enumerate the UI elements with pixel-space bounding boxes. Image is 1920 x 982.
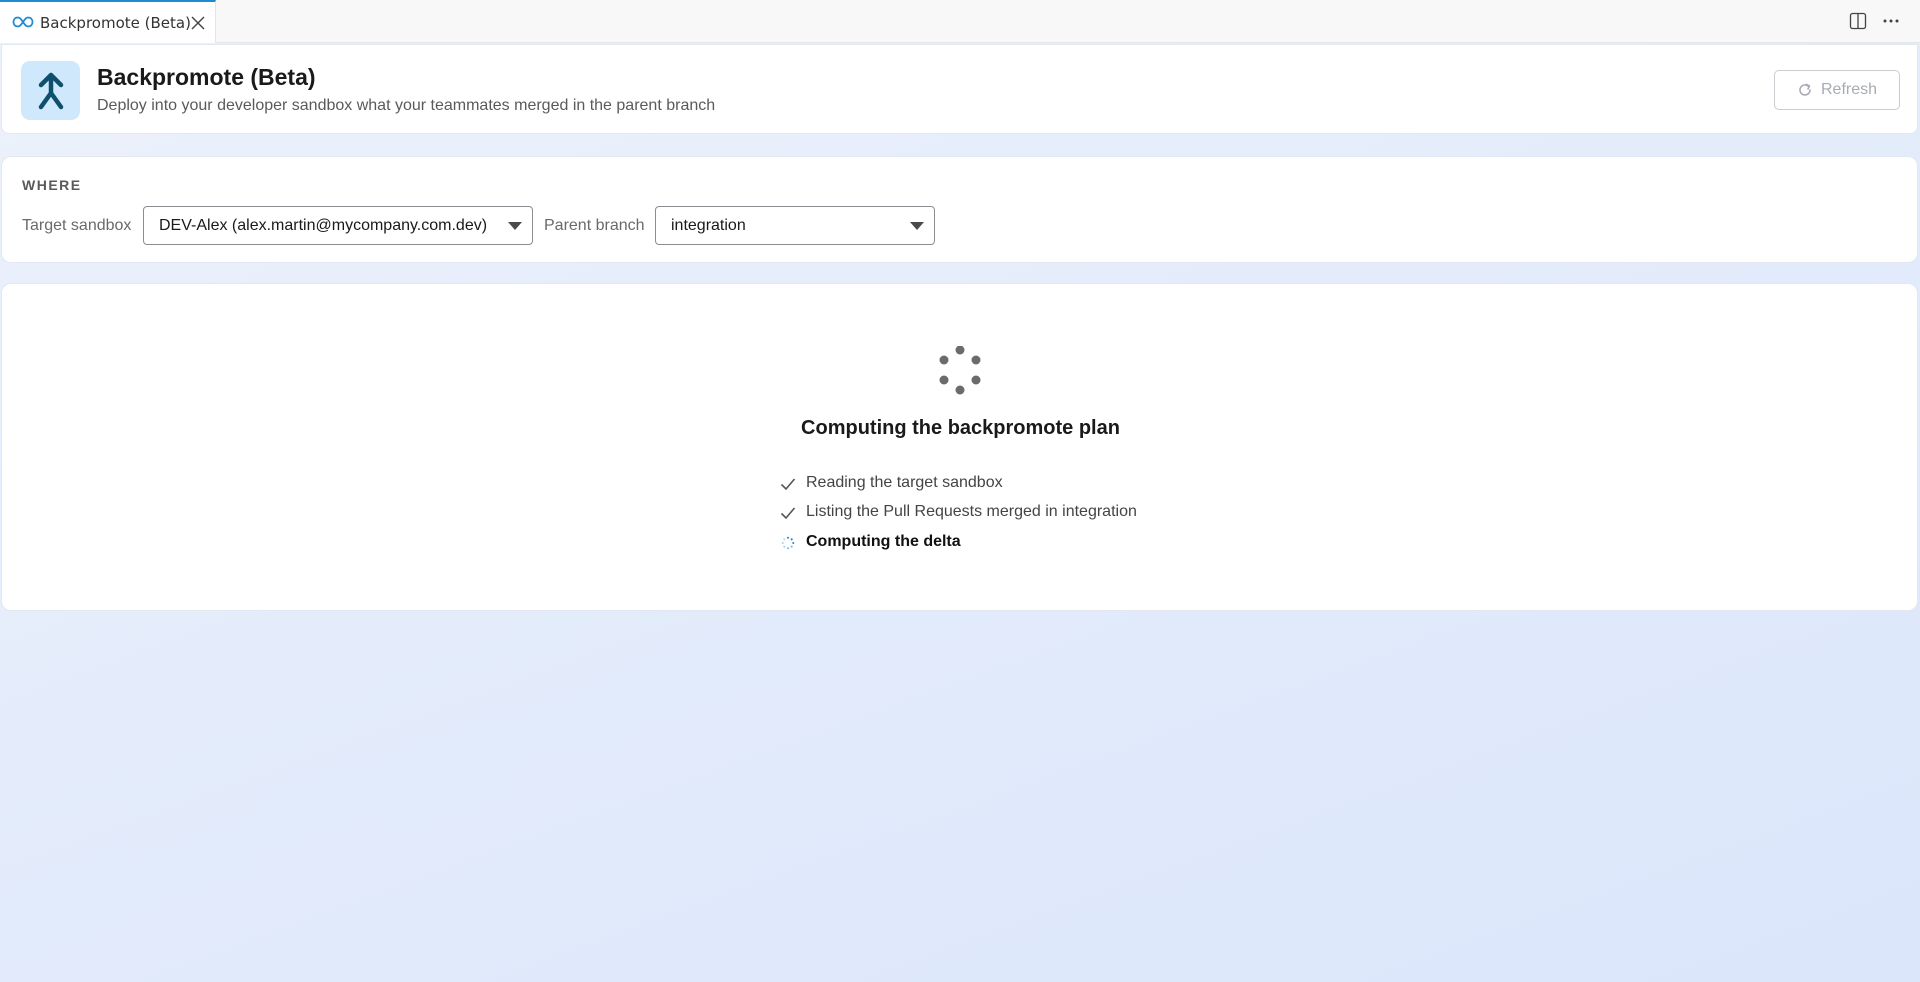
check-icon (780, 507, 796, 520)
parent-branch-value: integration (671, 217, 746, 234)
page-subtitle: Deploy into your developer sandbox what … (97, 97, 716, 114)
refresh-icon (1799, 83, 1811, 96)
target-sandbox-label: Target sandbox (22, 217, 132, 234)
refresh-button[interactable]: Refresh (1774, 70, 1900, 110)
progress-title: Computing the backpromote plan (801, 417, 1120, 439)
chevron-down-icon (508, 222, 522, 230)
step-label: Reading the target sandbox (806, 474, 1003, 491)
app-logo (21, 61, 80, 120)
split-editor-icon[interactable] (1849, 12, 1867, 30)
section-heading: WHERE (22, 177, 82, 193)
parent-branch-select[interactable]: integration (655, 206, 935, 245)
target-sandbox-select[interactable]: DEV-Alex (alex.martin@mycompany.com.dev) (143, 206, 533, 245)
small-spinner-icon (781, 536, 795, 550)
tab-label: Backpromote (Beta) (40, 14, 191, 32)
refresh-label: Refresh (1820, 81, 1878, 98)
tab-backpromote[interactable]: Backpromote (Beta) (0, 0, 216, 43)
chevron-down-icon (910, 222, 924, 230)
more-actions-icon[interactable] (1882, 12, 1900, 30)
parent-branch-label: Parent branch (544, 217, 645, 234)
merge-up-arrow-icon (38, 72, 64, 110)
where-card: WHERE Target sandbox DEV-Alex (alex.mart… (1, 156, 1918, 263)
step-label: Listing the Pull Requests merged in inte… (806, 503, 1137, 520)
infinity-icon (12, 16, 34, 28)
target-sandbox-value: DEV-Alex (alex.martin@mycompany.com.dev) (159, 217, 488, 234)
check-icon (780, 478, 796, 491)
header-card: Backpromote (Beta) Deploy into your deve… (1, 44, 1918, 134)
close-icon[interactable] (190, 15, 206, 31)
step-label: Computing the delta (806, 533, 961, 550)
progress-card: Computing the backpromote plan Reading t… (1, 283, 1918, 611)
page-title: Backpromote (Beta) (97, 64, 316, 90)
loading-spinner-icon (939, 346, 981, 395)
editor-tab-bar: Backpromote (Beta) (0, 0, 1920, 43)
